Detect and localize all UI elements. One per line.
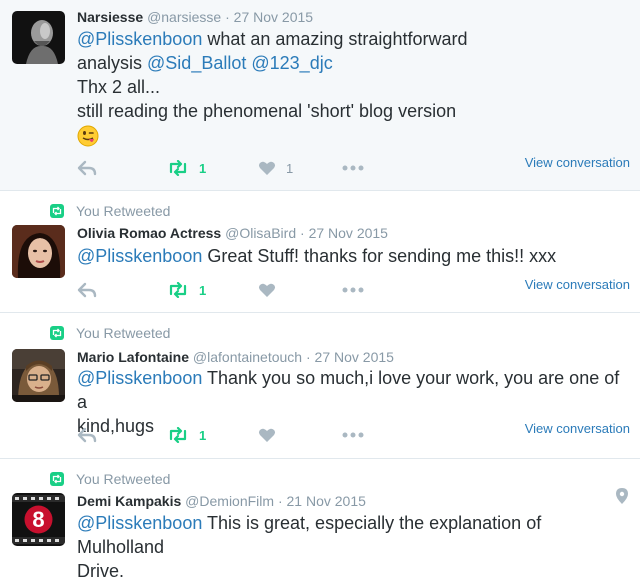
location-pin-icon[interactable] xyxy=(616,488,628,509)
tweet[interactable]: Narsiesse @narsiesse · 27 Nov 2015 @Plis… xyxy=(0,0,640,191)
more-dots-icon xyxy=(342,287,364,293)
timestamp[interactable]: 27 Nov 2015 xyxy=(315,349,394,365)
more-button[interactable] xyxy=(342,425,364,445)
more-button[interactable] xyxy=(342,158,364,178)
retweet-context-label: You Retweeted xyxy=(76,325,171,341)
tweet-text-line xyxy=(77,123,626,153)
retweet-icon xyxy=(50,204,64,218)
like-button[interactable] xyxy=(258,425,276,445)
winking-tongue-emoji-icon xyxy=(77,125,99,147)
more-dots-icon xyxy=(342,432,364,438)
tweet[interactable]: You Retweeted Olivia Romao Actress @Olis… xyxy=(0,191,640,313)
mention-link[interactable]: @123_djc xyxy=(251,53,332,73)
reply-button[interactable] xyxy=(77,280,97,300)
tweet-actions: 1 1 xyxy=(77,158,377,178)
mention-link[interactable]: @Plisskenboon xyxy=(77,29,202,49)
display-name[interactable]: Olivia Romao Actress xyxy=(77,225,221,241)
tweet[interactable]: You Retweeted Mario Lafontaine @lafontai… xyxy=(0,313,640,459)
tweet-text-line: analysis @Sid_Ballot @123_djc xyxy=(77,51,626,75)
timestamp[interactable]: 27 Nov 2015 xyxy=(234,9,313,25)
retweet-button[interactable]: 1 xyxy=(167,425,206,445)
retweet-icon xyxy=(169,160,187,176)
separator: · xyxy=(277,493,283,509)
heart-icon xyxy=(259,161,275,175)
retweet-count: 1 xyxy=(199,427,207,443)
retweet-icon xyxy=(169,282,187,298)
display-name[interactable]: Mario Lafontaine xyxy=(77,349,189,365)
tweet-text-line: @Plisskenboon Thank you so much,i love y… xyxy=(77,366,626,414)
tweet-text-fragment: Great Stuff! thanks for sending me this!… xyxy=(202,246,557,266)
mention-link[interactable]: @Plisskenboon xyxy=(77,368,202,388)
timestamp[interactable]: 21 Nov 2015 xyxy=(287,493,366,509)
tweet-header: Demi Kampakis @DemionFilm · 21 Nov 2015 xyxy=(77,492,366,510)
like-count: 1 xyxy=(286,160,294,176)
mention-link[interactable]: @Plisskenboon xyxy=(77,513,202,533)
user-handle[interactable]: @DemionFilm xyxy=(185,493,274,509)
retweet-context-label: You Retweeted xyxy=(76,471,171,487)
separator: · xyxy=(305,349,311,365)
tweet-text-line: @Plisskenboon This is great, especially … xyxy=(77,511,626,559)
reply-icon xyxy=(77,427,97,443)
tweet-actions: 1 xyxy=(77,425,377,445)
like-button[interactable]: 1 xyxy=(258,158,293,178)
retweet-button[interactable]: 1 xyxy=(167,158,206,178)
tweet-header: Mario Lafontaine @lafontainetouch · 27 N… xyxy=(77,348,394,366)
tweet-text-line: @Plisskenboon what an amazing straightfo… xyxy=(77,27,626,51)
mention-link[interactable]: @Sid_Ballot xyxy=(147,53,246,73)
tweet-text: @Plisskenboon Great Stuff! thanks for se… xyxy=(77,244,626,268)
reply-button[interactable] xyxy=(77,425,97,445)
reply-icon xyxy=(77,160,97,176)
tweet-text-line: Thx 2 all... xyxy=(77,77,161,97)
retweet-icon xyxy=(50,326,64,340)
retweet-icon xyxy=(169,427,187,443)
tweet-header: Narsiesse @narsiesse · 27 Nov 2015 xyxy=(77,8,313,26)
avatar[interactable] xyxy=(12,11,65,64)
heart-icon xyxy=(259,283,275,297)
retweet-count: 1 xyxy=(199,282,207,298)
retweet-context-label: You Retweeted xyxy=(76,203,171,219)
view-conversation-link[interactable]: View conversation xyxy=(525,277,630,292)
separator: · xyxy=(300,225,305,241)
view-conversation-link[interactable]: View conversation xyxy=(525,421,630,436)
display-name[interactable]: Demi Kampakis xyxy=(77,493,181,509)
reply-icon xyxy=(77,282,97,298)
user-handle[interactable]: @lafontainetouch xyxy=(193,349,302,365)
tweet-actions: 1 xyxy=(77,280,377,300)
user-handle[interactable]: @narsiesse xyxy=(147,9,221,25)
user-handle[interactable]: @OlisaBird xyxy=(225,225,296,241)
tweet-text-fragment: what an amazing straightforward xyxy=(202,29,468,49)
mention-link[interactable]: @Plisskenboon xyxy=(77,246,202,266)
retweet-context: You Retweeted xyxy=(50,324,170,342)
tweet-text-fragment: analysis xyxy=(77,53,148,73)
more-dots-icon xyxy=(342,165,364,171)
avatar[interactable] xyxy=(12,349,65,402)
view-conversation-link[interactable]: View conversation xyxy=(525,155,630,170)
tweet-text-line: @Plisskenboon Great Stuff! thanks for se… xyxy=(77,244,626,268)
retweet-context: You Retweeted xyxy=(50,470,170,488)
avatar-glyph: 8 xyxy=(32,507,44,532)
retweet-context: You Retweeted xyxy=(50,202,170,220)
timestamp[interactable]: 27 Nov 2015 xyxy=(309,225,388,241)
display-name[interactable]: Narsiesse xyxy=(77,9,143,25)
tweet-header: Olivia Romao Actress @OlisaBird · 27 Nov… xyxy=(77,224,388,242)
like-button[interactable] xyxy=(258,280,276,300)
retweet-button[interactable]: 1 xyxy=(167,280,206,300)
tweet-text: @Plisskenboon what an amazing straightfo… xyxy=(77,27,626,153)
avatar[interactable]: 8 xyxy=(12,493,65,546)
retweet-icon xyxy=(50,472,64,486)
more-button[interactable] xyxy=(342,280,364,300)
heart-icon xyxy=(259,428,275,442)
retweet-count: 1 xyxy=(199,160,207,176)
separator: · xyxy=(225,9,230,25)
avatar[interactable] xyxy=(12,225,65,278)
reply-button[interactable] xyxy=(77,158,97,178)
tweet[interactable]: You Retweeted 8 Demi Kampakis @DemionFil… xyxy=(0,459,640,581)
tweet-text-line: still reading the phenomenal 'short' blo… xyxy=(77,101,457,121)
tweet-text: @Plisskenboon This is great, especially … xyxy=(77,511,626,583)
